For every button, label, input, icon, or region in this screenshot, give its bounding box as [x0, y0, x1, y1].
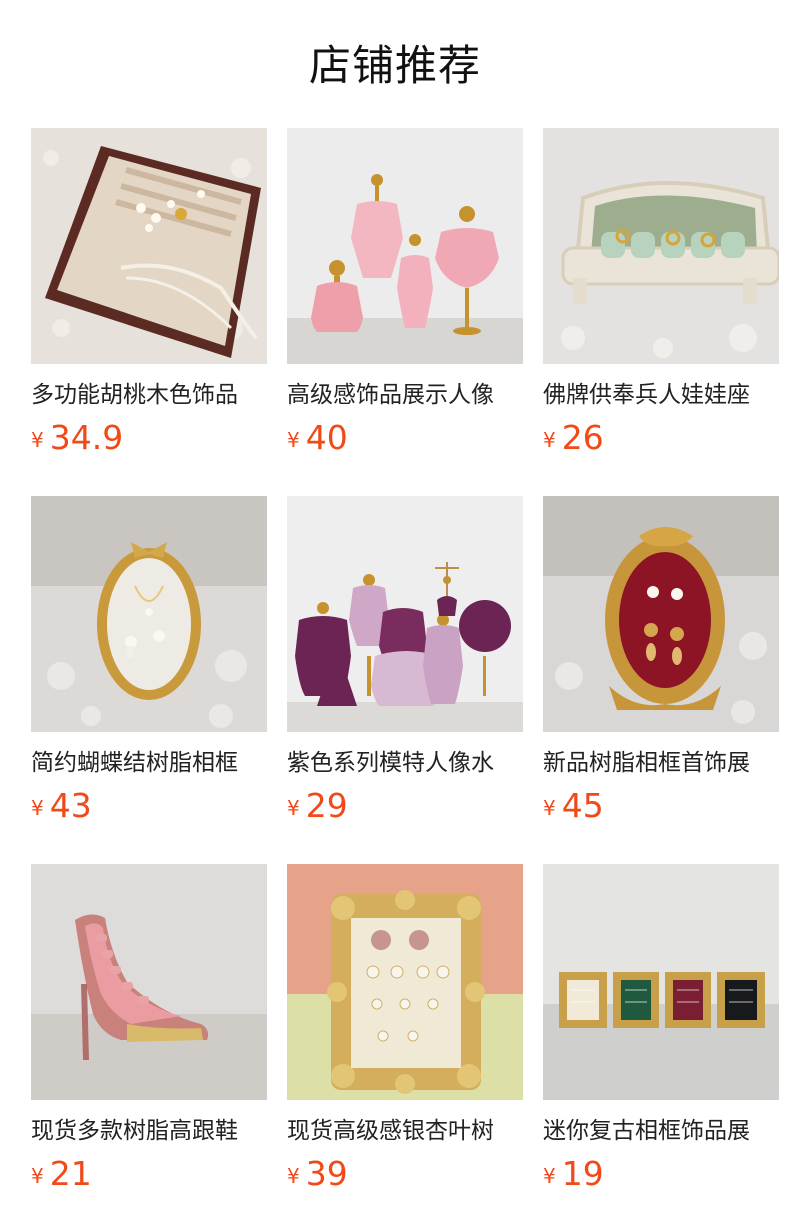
- product-name[interactable]: 新品树脂相框首饰展: [543, 746, 779, 780]
- product-name[interactable]: 紫色系列模特人像水: [287, 746, 523, 780]
- price-value: 26: [561, 418, 604, 457]
- price-value: 34.9: [49, 418, 124, 457]
- product-price: ¥45: [543, 786, 604, 826]
- product-price: ¥29: [287, 786, 348, 826]
- product-card[interactable]: 简约蝴蝶结树脂相框 ¥43: [31, 496, 267, 826]
- currency-symbol: ¥: [287, 1164, 300, 1188]
- product-card[interactable]: 佛牌供奉兵人娃娃座 ¥26: [543, 128, 779, 458]
- mini-vintage-frames-image[interactable]: [543, 864, 779, 1100]
- product-price: ¥26: [543, 418, 604, 458]
- product-name[interactable]: 迷你复古相框饰品展: [543, 1114, 779, 1148]
- product-name[interactable]: 简约蝴蝶结树脂相框: [31, 746, 267, 780]
- walnut-jewelry-tray-image[interactable]: [31, 128, 267, 364]
- product-card[interactable]: 新品树脂相框首饰展 ¥45: [543, 496, 779, 826]
- currency-symbol: ¥: [31, 796, 44, 820]
- product-card[interactable]: 现货高级感银杏叶树 ¥39: [287, 864, 523, 1194]
- product-price: ¥39: [287, 1154, 348, 1194]
- product-card[interactable]: 紫色系列模特人像水 ¥29: [287, 496, 523, 826]
- price-value: 29: [305, 786, 348, 825]
- pink-mannequin-busts-image[interactable]: [287, 128, 523, 364]
- green-sofa-ring-holder-image[interactable]: [543, 128, 779, 364]
- currency-symbol: ¥: [543, 1164, 556, 1188]
- price-value: 45: [561, 786, 604, 825]
- bow-oval-frame-image[interactable]: [31, 496, 267, 732]
- product-price: ¥21: [31, 1154, 92, 1194]
- product-card[interactable]: 迷你复古相框饰品展 ¥19: [543, 864, 779, 1194]
- currency-symbol: ¥: [543, 428, 556, 452]
- section-title: 店铺推荐: [308, 41, 481, 90]
- price-value: 43: [49, 786, 92, 825]
- product-price: ¥19: [543, 1154, 604, 1194]
- purple-mannequin-set-image[interactable]: [287, 496, 523, 732]
- product-name[interactable]: 佛牌供奉兵人娃娃座: [543, 378, 779, 412]
- ginkgo-frame-earring-image[interactable]: [287, 864, 523, 1100]
- currency-symbol: ¥: [31, 1164, 44, 1188]
- store-recommendation-page: 店铺推荐 多功能胡桃木色饰品 ¥ 34.9 高级感饰品展示人像 ¥ 40 佛牌供…: [0, 0, 790, 1232]
- product-name[interactable]: 多功能胡桃木色饰品: [31, 378, 267, 412]
- currency-symbol: ¥: [543, 796, 556, 820]
- product-price: ¥43: [31, 786, 92, 826]
- product-price: ¥40: [287, 418, 348, 458]
- product-price: ¥34.9: [31, 418, 123, 458]
- product-name[interactable]: 高级感饰品展示人像: [287, 378, 523, 412]
- high-heel-ring-holder-image[interactable]: [31, 864, 267, 1100]
- currency-symbol: ¥: [287, 796, 300, 820]
- product-name[interactable]: 现货高级感银杏叶树: [287, 1114, 523, 1148]
- red-oval-frame-image[interactable]: [543, 496, 779, 732]
- currency-symbol: ¥: [287, 428, 300, 452]
- product-card[interactable]: 高级感饰品展示人像 ¥40: [287, 128, 523, 458]
- product-card[interactable]: 多功能胡桃木色饰品 ¥34.9: [31, 128, 267, 458]
- product-card[interactable]: 现货多款树脂高跟鞋 ¥21: [31, 864, 267, 1194]
- price-value: 19: [561, 1154, 604, 1193]
- currency-symbol: ¥: [31, 428, 44, 452]
- price-value: 21: [49, 1154, 92, 1193]
- product-name[interactable]: 现货多款树脂高跟鞋: [31, 1114, 267, 1148]
- price-value: 39: [305, 1154, 348, 1193]
- price-value: 40: [305, 418, 348, 457]
